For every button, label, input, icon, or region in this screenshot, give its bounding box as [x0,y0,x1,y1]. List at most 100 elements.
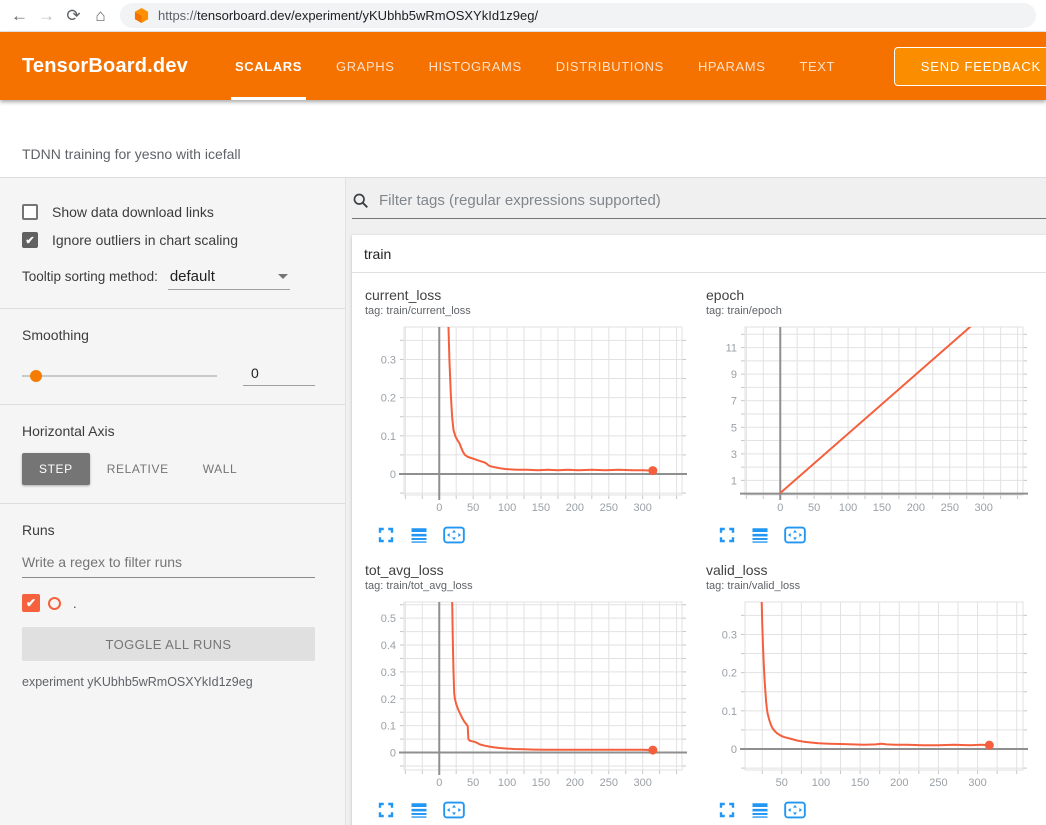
fit-domain-to-data-icon[interactable] [443,801,465,819]
chart-title: current_loss [360,287,692,303]
run-checkbox-checked-icon[interactable]: ✔ [22,594,40,612]
tab-histograms[interactable]: HISTOGRAMS [412,32,539,100]
charts-grid: current_losstag: train/current_loss05010… [352,273,1046,825]
back-icon[interactable]: ← [6,7,33,24]
fit-domain-to-data-icon[interactable] [784,526,806,544]
svg-text:50: 50 [776,777,788,789]
svg-text:0: 0 [777,502,783,514]
search-icon [352,192,369,209]
send-feedback-button[interactable]: SEND FEEDBACK [894,47,1046,86]
chart-plot-tot_avg_loss[interactable]: 05010015020025030000.10.20.30.40.5 [360,598,692,794]
relative-axis-button[interactable]: RELATIVE [90,453,186,485]
run-color-swatch-icon [48,597,61,610]
svg-text:0.3: 0.3 [381,667,396,679]
chart-tile-tot_avg_loss: tot_avg_losstag: train/tot_avg_loss05010… [360,562,692,819]
tab-scalars[interactable]: SCALARS [218,32,319,100]
nav-tabs: SCALARSGRAPHSHISTOGRAMSDISTRIBUTIONSHPAR… [218,32,852,100]
svg-text:1: 1 [731,475,737,487]
divider [0,503,345,504]
show-download-links-checkbox[interactable]: Show data download links [22,204,315,220]
svg-text:250: 250 [600,777,618,789]
chart-title: tot_avg_loss [360,562,692,578]
section-title: train [364,246,391,262]
tab-text[interactable]: TEXT [782,32,852,100]
fullscreen-icon[interactable] [718,801,736,819]
train-section-header[interactable]: train [352,235,1046,273]
svg-text:250: 250 [941,502,959,514]
tab-distributions[interactable]: DISTRIBUTIONS [539,32,681,100]
experiment-title: TDNN training for yesno with icefall [22,146,241,162]
fit-domain-to-data-icon[interactable] [784,801,806,819]
ignore-outliers-checkbox[interactable]: ✔ Ignore outliers in chart scaling [22,232,315,248]
svg-text:300: 300 [974,502,992,514]
svg-text:0: 0 [390,469,396,481]
chart-title: epoch [701,287,1033,303]
fullscreen-icon[interactable] [718,526,736,544]
toggle-log-y-axis-icon[interactable] [410,526,428,544]
svg-text:300: 300 [633,777,651,789]
svg-text:11: 11 [726,343,737,355]
address-bar[interactable]: https://tensorboard.dev/experiment/yKUbh… [120,3,1036,28]
fullscreen-icon[interactable] [377,801,395,819]
chart-tile-valid_loss: valid_losstag: train/valid_loss501001502… [701,562,1033,819]
browser-toolbar: ← → ⟳ ⌂ https://tensorboard.dev/experime… [0,0,1046,32]
svg-text:0.1: 0.1 [381,431,396,443]
svg-text:100: 100 [839,502,857,514]
chart-plot-epoch[interactable]: 0501001502002503001357911 [701,323,1033,519]
fullscreen-icon[interactable] [377,526,395,544]
tab-hparams[interactable]: HPARAMS [681,32,783,100]
svg-text:0: 0 [436,777,442,789]
fit-domain-to-data-icon[interactable] [443,526,465,544]
runs-label: Runs [22,522,315,538]
run-list-item[interactable]: ✔ . [22,594,315,612]
smoothing-slider-thumb[interactable] [30,370,42,382]
toggle-log-y-axis-icon[interactable] [751,801,769,819]
checkbox-unchecked-icon[interactable] [22,204,38,220]
step-axis-button[interactable]: STEP [22,453,90,485]
toggle-log-y-axis-icon[interactable] [751,526,769,544]
chart-plot-valid_loss[interactable]: 5010015020025030000.10.20.3 [701,598,1033,794]
checkbox-checked-icon[interactable]: ✔ [22,232,38,248]
svg-text:200: 200 [566,502,584,514]
svg-text:50: 50 [467,777,479,789]
app-header: TensorBoard.dev SCALARSGRAPHSHISTOGRAMSD… [0,32,1046,100]
smoothing-slider[interactable] [22,375,217,377]
smoothing-value-input[interactable]: 0 [243,365,315,386]
svg-text:0.1: 0.1 [381,721,396,733]
wall-axis-button[interactable]: WALL [186,453,255,485]
runs-regex-input[interactable]: Write a regex to filter runs [22,554,315,578]
svg-text:300: 300 [968,777,986,789]
show-download-links-label: Show data download links [52,204,214,220]
chart-title: valid_loss [701,562,1033,578]
svg-text:200: 200 [566,777,584,789]
forward-icon[interactable]: → [33,7,60,24]
chart-plot-current_loss[interactable]: 05010015020025030000.10.20.3 [360,323,692,519]
chart-actions [718,801,1033,819]
svg-text:250: 250 [929,777,947,789]
filter-tags-input[interactable]: Filter tags (regular expressions support… [352,192,1046,219]
divider [0,308,345,309]
tab-graphs[interactable]: GRAPHS [319,32,412,100]
svg-text:0.2: 0.2 [381,694,396,706]
svg-text:300: 300 [633,502,651,514]
home-icon[interactable]: ⌂ [87,7,114,24]
settings-sidebar: Show data download links ✔ Ignore outlie… [0,178,346,825]
chart-tag: tag: train/tot_avg_loss [360,578,692,598]
reload-icon[interactable]: ⟳ [60,7,87,24]
chart-actions [718,526,1033,544]
run-name: . [73,596,77,611]
svg-text:150: 150 [532,502,550,514]
toggle-all-runs-button[interactable]: TOGGLE ALL RUNS [22,627,315,661]
filter-tags-placeholder: Filter tags (regular expressions support… [379,192,661,209]
tooltip-sorting-select[interactable]: default [168,268,290,290]
chart-tile-epoch: epochtag: train/epoch0501001502002503001… [701,287,1033,544]
svg-text:0.2: 0.2 [381,393,396,405]
main-content: Filter tags (regular expressions support… [346,178,1046,825]
chart-tag: tag: train/valid_loss [701,578,1033,598]
divider [0,404,345,405]
svg-text:200: 200 [907,502,925,514]
svg-text:50: 50 [808,502,820,514]
svg-text:0.3: 0.3 [722,629,737,641]
toggle-log-y-axis-icon[interactable] [410,801,428,819]
svg-text:50: 50 [467,502,479,514]
